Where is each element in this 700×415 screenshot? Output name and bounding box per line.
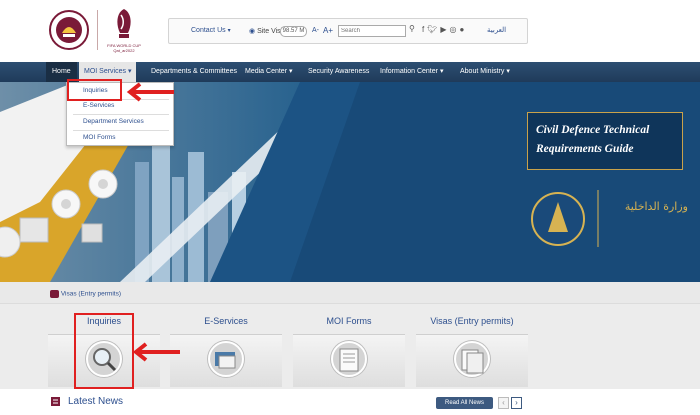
instagram-icon[interactable]: ◎	[450, 25, 457, 34]
contact-us-menu[interactable]: Contact Us ▾	[191, 27, 231, 34]
nav-about-ministry[interactable]: About Ministry ▾	[460, 62, 510, 82]
annotation-arrow-icon	[126, 82, 174, 102]
search-icon[interactable]: ⚲	[409, 24, 415, 33]
nav-media-center-label: Media Center	[245, 68, 288, 75]
news-icon	[50, 396, 61, 407]
dropdown-divider	[73, 130, 169, 131]
dropdown-item-moi-forms[interactable]: MOI Forms	[83, 134, 116, 141]
breadcrumb-bar: Visas (Entry permits)	[0, 282, 700, 304]
hero-title-line-2: Requirements Guide	[536, 143, 634, 155]
nav-about-ministry-label: About Ministry	[460, 68, 505, 75]
eservices-icon	[208, 341, 244, 377]
breadcrumb-label: Visas (Entry permits)	[60, 290, 122, 298]
latest-news-bar: Latest News Read All News ‹ ›	[0, 389, 700, 415]
chevron-down-icon: ▾	[439, 68, 444, 75]
service-tile-label: Visas (Entry permits)	[430, 316, 514, 326]
site-header: FIFA WORLD CUP Qat_ar2022 Contact Us ▾ ◉…	[0, 0, 700, 62]
chevron-down-icon: ▾	[506, 68, 510, 75]
chevron-down-icon: ▾	[127, 68, 132, 75]
dropdown-item-department-services[interactable]: Department Services	[83, 118, 144, 125]
service-tile-body	[416, 334, 528, 387]
eye-icon: ◉	[249, 28, 256, 35]
annotation-arrow-icon	[132, 342, 180, 362]
hero-title-line-1: Civil Defence Technical	[536, 124, 650, 136]
nav-security-awareness[interactable]: Security Awareness	[308, 62, 369, 82]
hero-arabic-logo: وزارة الداخلية	[624, 200, 688, 213]
snapchat-icon[interactable]: ●	[460, 25, 465, 34]
service-tile-body	[170, 334, 282, 387]
font-decrease-button[interactable]: A-	[312, 27, 319, 34]
service-tile-visas[interactable]: Visas (Entry permits)	[416, 312, 528, 390]
nav-media-center[interactable]: Media Center ▾	[245, 62, 293, 82]
visa-icon	[454, 341, 490, 377]
service-tile-label: E-Services	[204, 316, 248, 326]
highlight-inquiries-menu	[67, 79, 122, 101]
visa-icon	[50, 290, 59, 298]
search-input[interactable]	[338, 25, 406, 37]
logo-separator	[97, 10, 98, 50]
highlight-inquiries-tile	[74, 313, 134, 389]
service-tile-body	[293, 334, 405, 387]
top-utility-bar: Contact Us ▾ ◉ Site Visits 98.57 M A- A+…	[168, 18, 528, 44]
site-visits-count: 98.57 M	[280, 26, 307, 37]
facebook-icon[interactable]: f	[422, 25, 424, 34]
nav-information-center-label: Information Center	[380, 68, 438, 75]
dropdown-divider	[73, 114, 169, 115]
world-cup-text: FIFA WORLD CUP Qat_ar2022	[107, 43, 141, 53]
news-prev-button[interactable]: ‹	[498, 397, 509, 409]
latest-news-title: Latest News	[68, 396, 124, 407]
youtube-icon[interactable]: ▶	[440, 25, 446, 34]
chevron-down-icon: ▾	[227, 28, 231, 34]
contact-us-label: Contact Us	[191, 27, 226, 34]
nav-departments[interactable]: Departments & Committees	[151, 62, 237, 82]
read-all-news-button[interactable]: Read All News	[436, 397, 493, 409]
language-switch[interactable]: العربية	[487, 26, 506, 34]
forms-icon	[331, 341, 367, 377]
social-links: f 🐦︎ ▶ ◎ ●	[422, 25, 467, 34]
world-cup-logo[interactable]: FIFA WORLD CUP Qat_ar2022	[104, 7, 144, 55]
news-next-button[interactable]: ›	[511, 397, 522, 409]
service-tile-eservices[interactable]: E-Services	[170, 312, 282, 390]
breadcrumb[interactable]: Visas (Entry permits)	[50, 290, 121, 298]
nav-moi-services-label: MOI Services	[84, 68, 127, 75]
nav-information-center[interactable]: Information Center ▾	[380, 62, 443, 82]
service-tile-moi-forms[interactable]: MOI Forms	[293, 312, 405, 390]
dropdown-item-eservices[interactable]: E-Services	[83, 102, 114, 109]
twitter-icon[interactable]: 🐦︎	[427, 25, 437, 34]
font-increase-button[interactable]: A+	[323, 26, 333, 35]
hero-title-panel: Civil Defence Technical Requirements Gui…	[527, 112, 683, 170]
moi-logo[interactable]	[48, 9, 90, 51]
chevron-down-icon: ▾	[288, 68, 293, 75]
service-tile-label: MOI Forms	[326, 316, 372, 326]
